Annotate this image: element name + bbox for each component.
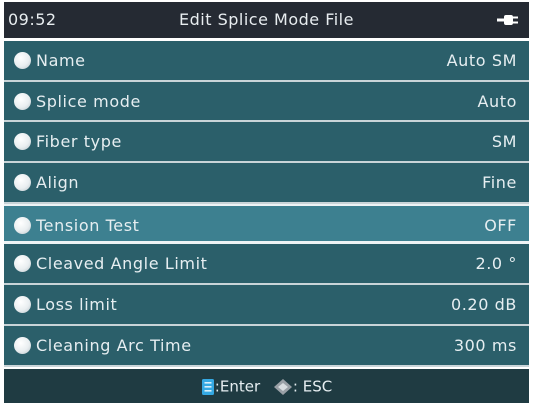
setting-value: 300 ms <box>453 335 517 355</box>
setting-row-loss-limit[interactable]: Loss limit 0.20 dB <box>4 285 529 326</box>
bullet-icon <box>14 296 31 314</box>
setting-row-cleaning-arc-time[interactable]: Cleaning Arc Time 300 ms <box>4 325 529 367</box>
setting-label: Fiber type <box>36 132 122 152</box>
setting-row-splice-mode[interactable]: Splice mode Auto <box>4 81 529 123</box>
setting-label: Tension Test <box>36 215 140 235</box>
enter-icon <box>201 378 214 395</box>
esc-icon <box>273 378 292 395</box>
bullet-icon <box>14 52 31 69</box>
esc-hint: : ESC <box>292 377 333 396</box>
setting-value: 2.0 ° <box>475 254 517 274</box>
setting-row-name[interactable]: Name Auto SM <box>4 41 529 82</box>
title-bar: 09:52 Edit Splice Mode File <box>4 2 529 38</box>
bullet-icon <box>14 174 31 192</box>
setting-label: Align <box>36 173 80 193</box>
plug-icon <box>497 15 518 25</box>
setting-label: Cleaning Arc Time <box>36 335 192 355</box>
setting-value: Auto SM <box>446 51 517 70</box>
bullet-icon <box>14 216 31 234</box>
setting-value: Fine <box>482 173 517 193</box>
setting-label: Cleaved Angle Limit <box>36 254 208 274</box>
footer-hints: :Enter : ESC <box>4 377 529 396</box>
setting-label: Name <box>36 51 86 70</box>
setting-row-align[interactable]: Align Fine <box>4 163 529 204</box>
setting-row-cleaved-angle-limit[interactable]: Cleaved Angle Limit 2.0 ° <box>4 244 529 286</box>
bullet-icon <box>14 133 31 151</box>
setting-label: Loss limit <box>36 295 118 315</box>
setting-row-tension-test[interactable]: Tension Test OFF <box>4 203 529 245</box>
setting-value: OFF <box>484 215 517 235</box>
setting-row-fiber-type[interactable]: Fiber type SM <box>4 122 529 164</box>
settings-list: Name Auto SM Splice mode Auto Fiber type… <box>4 41 529 367</box>
enter-hint: :Enter <box>214 377 261 396</box>
setting-value: Auto <box>477 91 517 111</box>
edit-splice-mode-screen: 09:52 Edit Splice Mode File Name Auto SM… <box>0 0 533 405</box>
page-title: Edit Splice Mode File <box>179 10 354 29</box>
setting-label: Splice mode <box>36 91 141 111</box>
bullet-icon <box>14 92 31 110</box>
footer-hint-bar: :Enter : ESC <box>4 369 529 403</box>
bullet-icon <box>14 336 31 354</box>
setting-value: SM <box>491 132 517 152</box>
bullet-icon <box>14 255 31 273</box>
setting-value: 0.20 dB <box>450 295 517 315</box>
